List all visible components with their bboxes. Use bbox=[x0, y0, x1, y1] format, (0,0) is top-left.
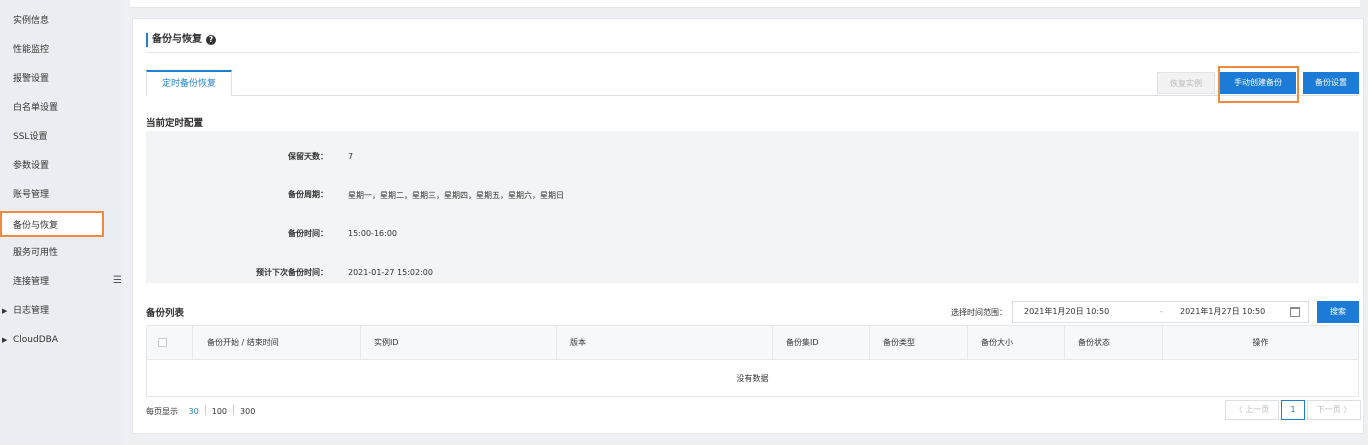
retention-value: 7 bbox=[348, 152, 354, 161]
sidebar-item-label: SSL设置 bbox=[13, 132, 48, 142]
cycle-label: 备份周期： bbox=[288, 190, 328, 199]
help-icon[interactable]: ? bbox=[206, 35, 216, 45]
column-header: 备份大小 bbox=[968, 326, 1065, 360]
per-page-label: 每页显示 bbox=[146, 407, 178, 416]
page-size-option[interactable]: 30 bbox=[189, 407, 199, 416]
sidebar-item-clouddba[interactable]: ▶ CloudDBA bbox=[0, 327, 104, 353]
config-box: 保留天数： 7 备份周期： 星期一，星期二，星期三，星期四，星期五，星期六，星期… bbox=[146, 131, 1359, 348]
column-header: 备份类型 bbox=[870, 326, 968, 360]
page-title: 备份与恢复? bbox=[146, 33, 216, 47]
divider bbox=[204, 405, 206, 415]
range-label: 选择时间范围： bbox=[951, 308, 1007, 317]
tab-scheduled-backup[interactable]: 定时备份恢复 bbox=[146, 70, 232, 96]
config-heading: 当前定时配置 bbox=[146, 118, 204, 129]
sidebar-item-label: 日志管理 bbox=[13, 306, 50, 316]
divider bbox=[233, 405, 235, 415]
range-start[interactable]: 2021年1月20日 10:50 bbox=[1024, 302, 1109, 322]
sidebar-item-label: 报警设置 bbox=[13, 74, 50, 84]
sidebar-item-label: 服务可用性 bbox=[13, 248, 59, 258]
range-end[interactable]: 2021年1月27日 10:50 bbox=[1180, 302, 1265, 322]
sidebar-item-params[interactable]: 参数设置 bbox=[0, 153, 104, 179]
table-header: 备份开始 / 结束时间 实例ID 版本 备份集ID 备份类型 备份大小 备份状态… bbox=[147, 326, 1358, 360]
column-header: 备份集ID bbox=[773, 326, 870, 360]
column-header: 备份开始 / 结束时间 bbox=[193, 326, 361, 360]
sidebar-item-connections[interactable]: 连接管理 bbox=[0, 269, 104, 295]
column-header: 备份状态 bbox=[1065, 326, 1163, 360]
column-header: 实例ID bbox=[361, 326, 557, 360]
prev-page-button[interactable]: 〈 上一页 bbox=[1225, 400, 1279, 420]
caret-right-icon: ▶ bbox=[2, 307, 8, 315]
sidebar-item-backup[interactable]: 备份与恢复 bbox=[0, 211, 104, 237]
backup-list-heading: 备份列表 bbox=[146, 308, 185, 319]
main-panel: 备份与恢复? 定时备份恢复 恢复实例 手动创建备份 备份设置 当前定时配置 保留… bbox=[132, 18, 1364, 434]
page-size-option[interactable]: 300 bbox=[240, 407, 255, 416]
calendar-icon[interactable] bbox=[1290, 307, 1300, 317]
sidebar-item-performance[interactable]: 性能监控 bbox=[0, 37, 104, 63]
sidebar-item-label: CloudDBA bbox=[13, 335, 58, 345]
highlight-outline bbox=[1218, 66, 1299, 103]
sidebar-item-ssl[interactable]: SSL设置 bbox=[0, 124, 104, 150]
column-header: 操作 bbox=[1252, 338, 1269, 347]
sidebar-item-instance-info[interactable]: 实例信息 bbox=[0, 8, 104, 34]
sidebar-item-label: 白名单设置 bbox=[13, 103, 59, 113]
sidebar-item-label: 性能监控 bbox=[13, 45, 50, 55]
sidebar-item-alerts[interactable]: 报警设置 bbox=[0, 66, 104, 92]
time-value: 15:00-16:00 bbox=[348, 229, 397, 238]
divider bbox=[146, 52, 1359, 53]
empty-state: 没有数据 bbox=[736, 374, 769, 383]
backup-settings-button[interactable]: 备份设置 bbox=[1303, 72, 1359, 94]
next-page-button[interactable]: 下一页 〉 bbox=[1307, 400, 1361, 420]
caret-right-icon: ▶ bbox=[2, 336, 8, 344]
checkbox-column bbox=[147, 326, 193, 360]
page-size-option[interactable]: 100 bbox=[212, 407, 227, 416]
sidebar-item-label: 备份与恢复 bbox=[13, 221, 59, 231]
restore-instance-button[interactable]: 恢复实例 bbox=[1157, 72, 1215, 94]
sidebar-item-label: 参数设置 bbox=[13, 161, 50, 171]
top-strip bbox=[130, 0, 1360, 8]
tab-divider bbox=[231, 95, 1359, 96]
date-range-picker[interactable]: 2021年1月20日 10:50 - 2021年1月27日 10:50 bbox=[1012, 301, 1309, 323]
cycle-value: 星期一，星期二，星期三，星期四，星期五，星期六，星期日 bbox=[348, 191, 564, 200]
retention-label: 保留天数： bbox=[288, 152, 328, 161]
page-size-selector: 每页显示 30 100 300 bbox=[146, 405, 255, 417]
sidebar-item-accounts[interactable]: 账号管理 bbox=[0, 182, 104, 208]
time-label: 备份时间： bbox=[288, 229, 328, 238]
sidebar-item-label: 账号管理 bbox=[13, 190, 50, 200]
sidebar-item-label: 实例信息 bbox=[13, 16, 50, 26]
sidebar-item-logs[interactable]: ▶ 日志管理 bbox=[0, 298, 104, 324]
next-backup-label: 预计下次备份时间： bbox=[256, 268, 328, 277]
sidebar-item-whitelist[interactable]: 白名单设置 bbox=[0, 95, 104, 121]
next-backup-value: 2021-01-27 15:02:00 bbox=[348, 268, 433, 277]
search-button[interactable]: 搜索 bbox=[1317, 301, 1359, 323]
page-title-text: 备份与恢复 bbox=[152, 34, 202, 45]
backup-table: 备份开始 / 结束时间 实例ID 版本 备份集ID 备份类型 备份大小 备份状态… bbox=[146, 325, 1359, 397]
column-header: 版本 bbox=[557, 326, 773, 360]
sidebar: 实例信息 性能监控 报警设置 白名单设置 SSL设置 参数设置 账号管理 备份与… bbox=[0, 0, 122, 445]
range-separator: - bbox=[1160, 307, 1163, 316]
page-number-button[interactable]: 1 bbox=[1281, 400, 1305, 420]
sidebar-item-availability[interactable]: 服务可用性 bbox=[0, 240, 104, 266]
sidebar-item-label: 连接管理 bbox=[13, 277, 50, 287]
menu-collapse-icon[interactable]: ☰ bbox=[113, 274, 122, 288]
